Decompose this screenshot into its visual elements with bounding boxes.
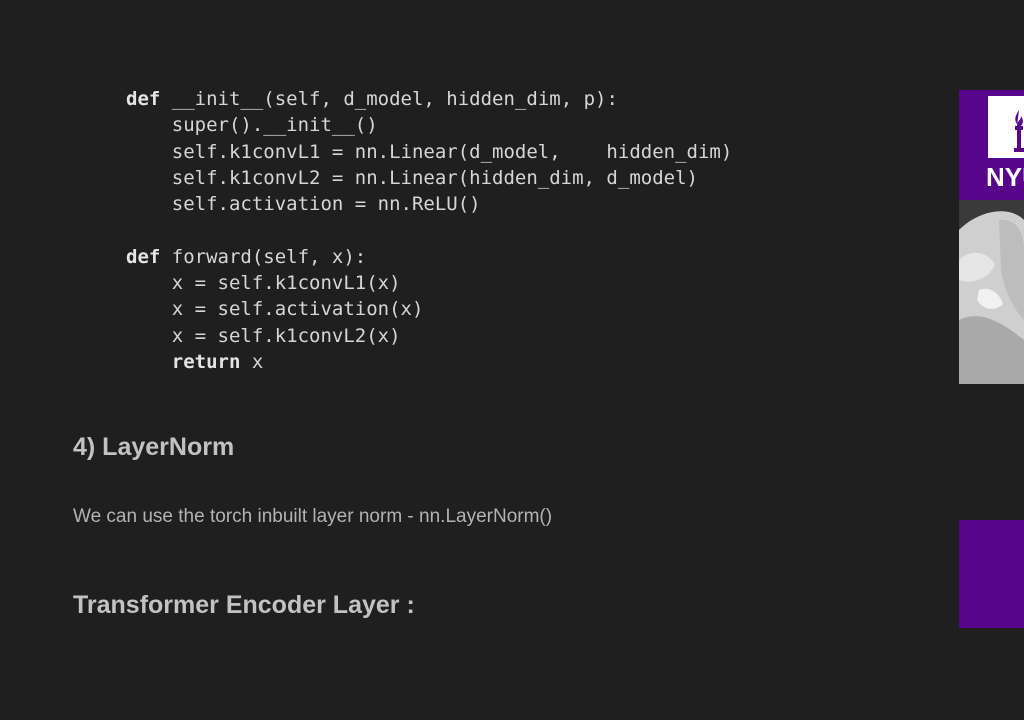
code-line: super().__init__() — [126, 112, 732, 138]
code-line: self.k1convL1 = nn.Linear(d_model, hidde… — [126, 139, 733, 165]
code-text: __init__(self, d_model, hidden_dim, p): — [160, 88, 618, 110]
code-text: x = self.k1convL2(x) — [126, 324, 401, 347]
code-text: x — [240, 350, 264, 373]
code-keyword: def — [126, 88, 161, 110]
code-text: super().__init__() — [126, 114, 378, 137]
presenter-image — [959, 200, 1024, 384]
torch-icon — [1014, 110, 1024, 152]
code-line: x = self.k1convL2(x) — [126, 323, 732, 349]
code-text: x = self.k1convL1(x) — [126, 272, 401, 295]
code-line: self.activation = nn.ReLU() — [126, 191, 732, 217]
code-text: self.k1convL1 = nn.Linear(d_model, hidde… — [126, 140, 733, 163]
code-text: self.activation = nn.ReLU() — [126, 193, 481, 216]
code-text: forward(self, x): — [160, 245, 367, 268]
code-line: def forward(self, x): — [126, 244, 732, 270]
code-block: def __init__(self, d_model, hidden_dim, … — [126, 86, 732, 375]
code-keyword: return — [171, 350, 241, 373]
section-text-layernorm: We can use the torch inbuilt layer norm … — [73, 506, 553, 527]
section-heading-layernorm: 4) LayerNorm — [73, 433, 235, 461]
section-heading-encoder: Transformer Encoder Layer : — [73, 591, 415, 619]
nyu-logo-panel: NYU — [959, 90, 1024, 200]
code-line: x = self.k1convL1(x) — [126, 270, 732, 296]
nyu-brand-panel — [959, 520, 1024, 628]
slide: def __init__(self, d_model, hidden_dim, … — [0, 0, 1024, 720]
logo-text: NYU — [986, 162, 1024, 192]
code-line: x = self.activation(x) — [126, 296, 732, 322]
code-line: def __init__(self, d_model, hidden_dim, … — [126, 86, 732, 112]
code-text: self.k1convL2 = nn.Linear(hidden_dim, d_… — [126, 166, 698, 189]
logo-box — [988, 96, 1024, 158]
code-line: return x — [126, 349, 732, 375]
code-line: self.k1convL2 = nn.Linear(hidden_dim, d_… — [126, 165, 732, 191]
code-keyword: def — [126, 245, 161, 268]
presenter-video — [959, 200, 1024, 384]
code-text: x = self.activation(x) — [126, 298, 424, 321]
